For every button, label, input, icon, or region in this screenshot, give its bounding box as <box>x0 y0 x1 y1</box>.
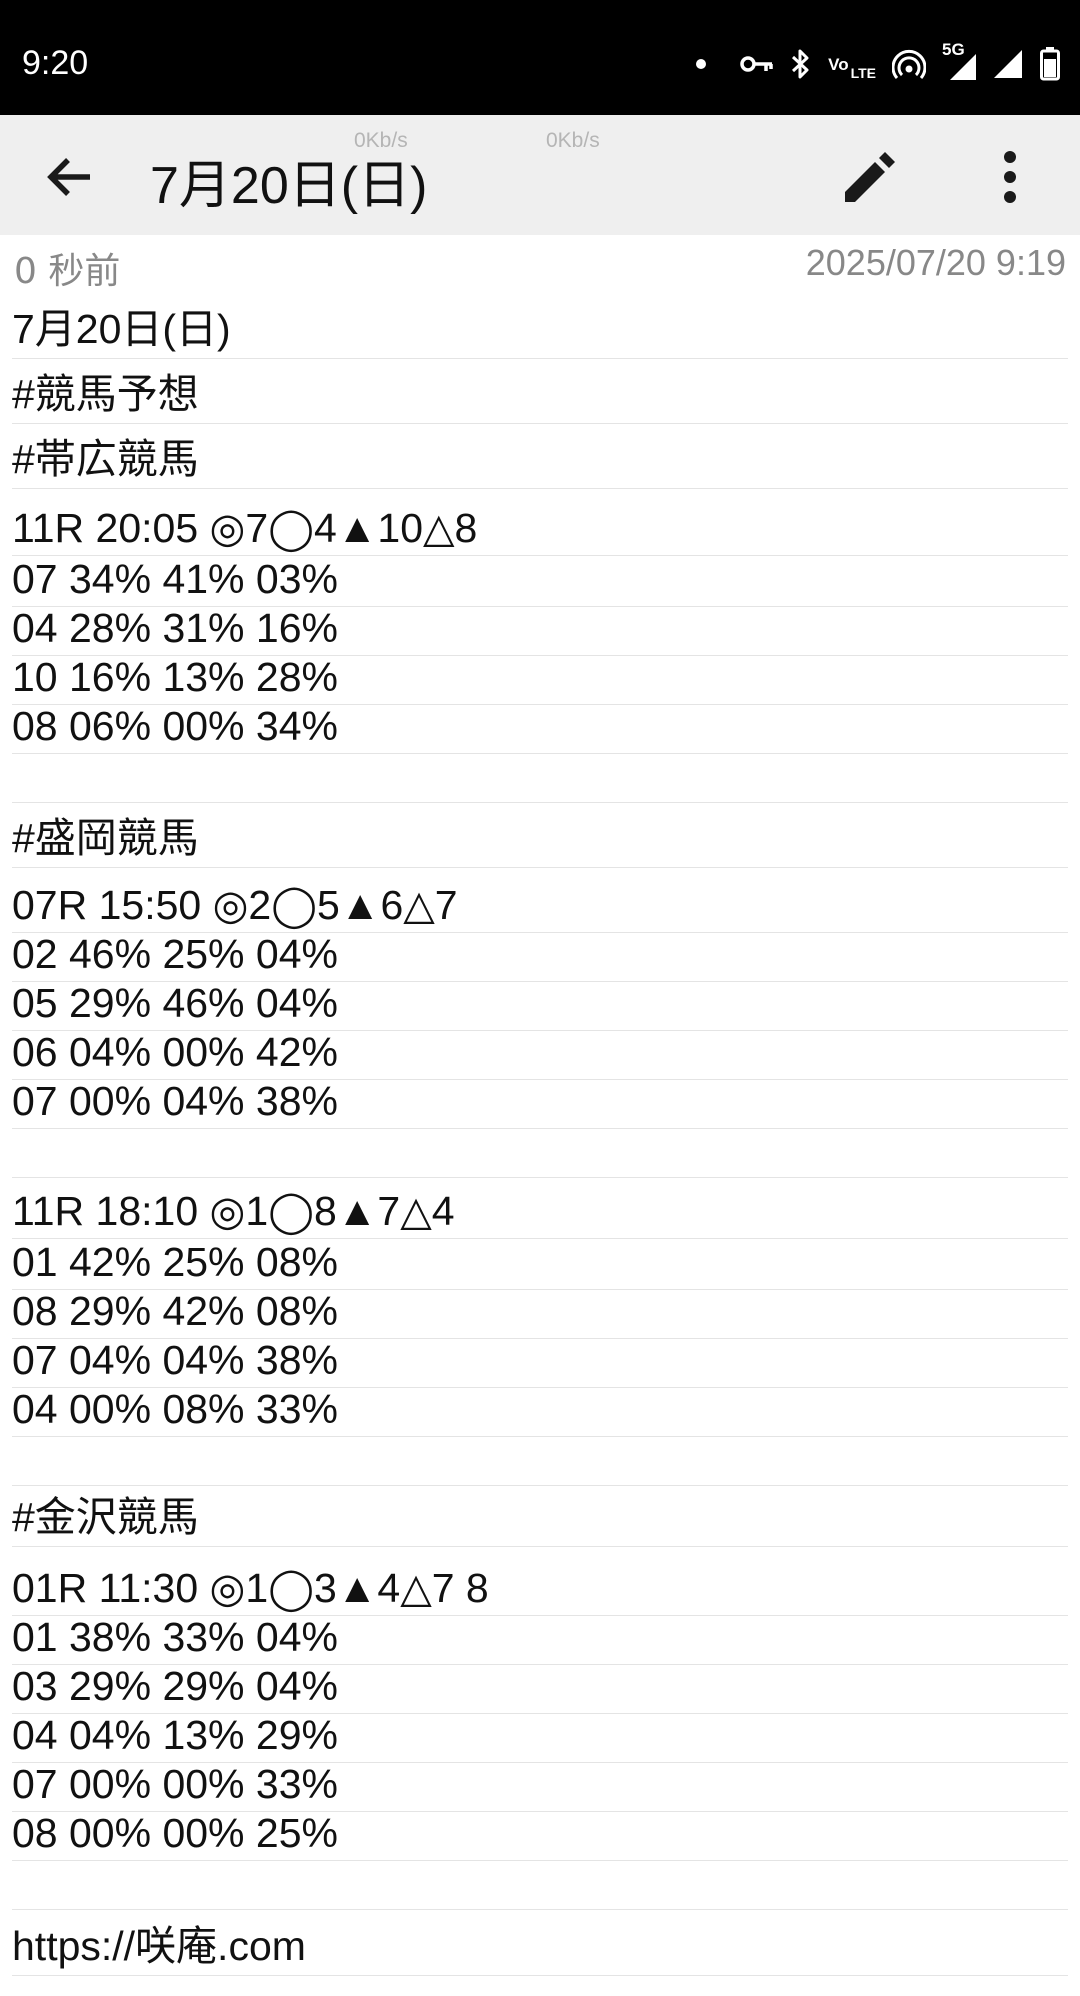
hotspot-icon <box>892 49 926 79</box>
more-vert-icon <box>1004 151 1016 203</box>
note-line-text: 08 06% 00% 34% <box>12 703 338 749</box>
note-line-text: #競馬予想 <box>12 371 199 417</box>
volte-icon: Vo <box>828 54 849 74</box>
volte-label-top: Vo <box>828 54 849 74</box>
note-line-text: 03 29% 29% 04% <box>12 1663 338 1709</box>
note-line-text: 07 04% 04% 38% <box>12 1337 338 1383</box>
note-line-text: #帯広競馬 <box>12 436 199 482</box>
volte-lte-label: LTE <box>850 64 876 81</box>
relative-time: 0 秒前 <box>14 251 121 292</box>
note-line: #盛岡競馬 <box>12 810 1068 868</box>
bluetooth-icon <box>790 48 812 80</box>
note-line-text: #盛岡競馬 <box>12 815 199 861</box>
line-rule <box>12 1177 1068 1178</box>
5g-signal-icon: 5G <box>942 41 976 80</box>
note-line-text: 04 28% 31% 16% <box>12 605 338 651</box>
notification-dot-icon <box>696 59 707 69</box>
note-line-text: 01R 11:30 ◎1◯3▲4△7 8 <box>12 1565 489 1611</box>
vpn-key-icon <box>740 53 774 75</box>
note-line: #金沢競馬 <box>12 1489 1068 1547</box>
note-line-text: 08 00% 00% 25% <box>12 1810 338 1856</box>
line-rule <box>12 423 1068 424</box>
edit-pencil-icon <box>845 152 895 202</box>
net-speed-label: 0Kb/s <box>354 129 408 152</box>
line-rule <box>12 488 1068 489</box>
note-line-text: 11R 18:10 ◎1◯8▲7△4 <box>12 1188 455 1234</box>
battery-icon <box>1040 47 1060 81</box>
line-rule <box>12 358 1068 359</box>
note-line-text: 07 34% 41% 03% <box>12 556 338 602</box>
note-line-text: 7月20日(日) <box>12 306 231 352</box>
line-rule <box>12 1975 1068 1976</box>
status-icons: Vo LTE 5G <box>696 41 1060 84</box>
note-line: 11R 20:05 ◎7◯4▲10△8 <box>12 498 1068 556</box>
app-bar: 7月20日(日) 0Kb/s 0Kb/s <box>0 115 1080 235</box>
line-rule <box>12 1546 1068 1547</box>
note-line <box>12 1852 1068 1910</box>
note-line-text: 02 46% 25% 04% <box>12 931 338 977</box>
back-button[interactable] <box>36 143 104 211</box>
line-rule <box>12 867 1068 868</box>
more-options-button[interactable] <box>974 141 1046 213</box>
note-line <box>12 745 1068 803</box>
note-line-text: 04 04% 13% 29% <box>12 1712 338 1758</box>
note-line: #競馬予想 <box>12 366 1068 424</box>
status-bar: 9:20 Vo LTE 5G <box>0 0 1080 115</box>
back-arrow-icon <box>47 158 90 196</box>
page-title: 7月20日(日) <box>150 157 428 215</box>
note-line: 11R 18:10 ◎1◯8▲7△4 <box>12 1181 1068 1239</box>
note-line: #帯広競馬 <box>12 431 1068 489</box>
net-speed-label-2: 0Kb/s <box>546 129 600 152</box>
timestamp: 2025/07/20 9:19 <box>805 242 1066 283</box>
line-rule <box>12 802 1068 803</box>
note-line-text: 07 00% 00% 33% <box>12 1761 338 1807</box>
note-line-text: 01 42% 25% 08% <box>12 1239 338 1285</box>
note-line-text: 06 04% 00% 42% <box>12 1029 338 1075</box>
note-line-text: 10 16% 13% 28% <box>12 654 338 700</box>
note-line-text: 08 29% 42% 08% <box>12 1288 338 1334</box>
note-line <box>12 1428 1068 1486</box>
edit-button[interactable] <box>834 141 906 213</box>
signal-icon <box>992 48 1024 80</box>
note-line: 7月20日(日) <box>12 301 1068 359</box>
note-line: https://咲庵.com <box>12 1918 1068 1976</box>
note-line-text: 07R 15:50 ◎2◯5▲6△7 <box>12 882 458 928</box>
note-line-text: #金沢競馬 <box>12 1494 199 1540</box>
status-time: 9:20 <box>22 44 89 82</box>
note-line <box>12 1120 1068 1178</box>
note-line-text: 04 00% 08% 33% <box>12 1386 338 1432</box>
line-rule <box>12 1909 1068 1910</box>
note-line-text: 07 00% 04% 38% <box>12 1078 338 1124</box>
note-line-text: 05 29% 46% 04% <box>12 980 338 1026</box>
note-line-text: 01 38% 33% 04% <box>12 1614 338 1660</box>
note-line-text: https://咲庵.com <box>12 1923 306 1969</box>
note-line-text: 11R 20:05 ◎7◯4▲10△8 <box>12 505 478 551</box>
